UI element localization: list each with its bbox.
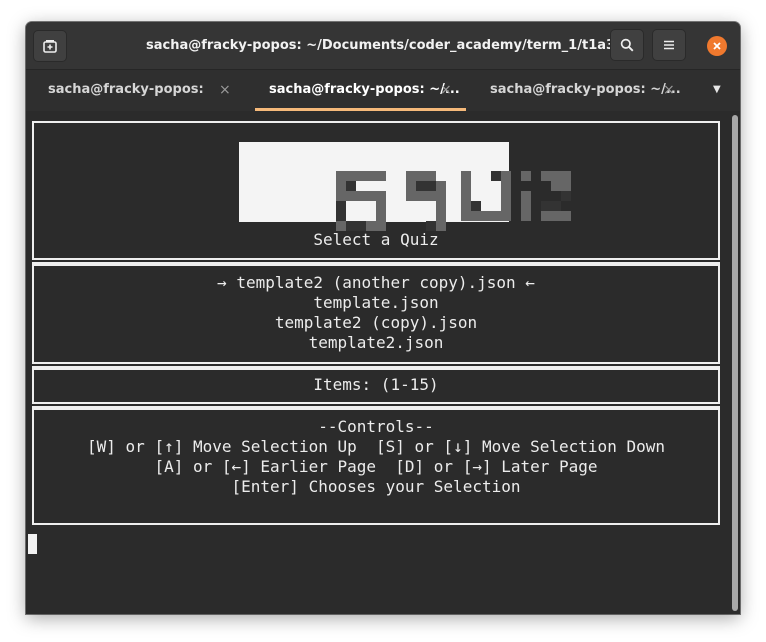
header-bar: sacha@fracky-popos: ~/Documents/coder_ac… (26, 22, 740, 69)
terminal-area[interactable]: Select a Quiz → template2 (another copy)… (26, 111, 740, 614)
controls-line: [A] or [←] Earlier Page [D] or [→] Later… (154, 457, 598, 476)
text-cursor (28, 534, 37, 554)
file-item-selected[interactable]: → template2 (another copy).json ← (34, 273, 718, 293)
close-icon (713, 42, 721, 50)
tab-overflow-icon[interactable]: ▼ (713, 70, 721, 111)
controls-heading: --Controls-- (318, 417, 434, 436)
tab-label: sacha@fracky-popos: ~/... (490, 82, 681, 97)
tab-1[interactable]: sacha@fracky-popos: ~/... × (48, 70, 232, 137)
controls-line: [W] or [↑] Move Selection Up [S] or [↓] … (87, 437, 665, 456)
tab-close-icon[interactable]: × (663, 70, 675, 110)
squiz-logo (239, 142, 572, 231)
tab-label: sacha@fracky-popos: ~/... (269, 82, 460, 97)
new-tab-button[interactable] (33, 30, 67, 62)
window-title: sacha@fracky-popos: ~/Documents/coder_ac… (146, 38, 642, 53)
scrollbar[interactable] (732, 115, 738, 611)
file-item[interactable]: template2.json (34, 333, 718, 353)
menu-button[interactable] (652, 29, 686, 61)
file-item[interactable]: template2 (copy).json (34, 313, 718, 333)
hamburger-menu-icon (664, 40, 674, 50)
tab-close-icon[interactable]: × (440, 70, 452, 110)
tab-3[interactable]: sacha@fracky-popos: ~/... × (490, 70, 686, 111)
file-item[interactable]: template.json (34, 293, 718, 313)
new-tab-icon (43, 40, 57, 53)
terminal-window: sacha@fracky-popos: ~/Documents/coder_ac… (26, 22, 740, 614)
search-button[interactable] (610, 29, 644, 61)
tab-close-icon[interactable]: × (219, 70, 231, 110)
header-box: Select a Quiz (32, 121, 720, 260)
controls-box: --Controls-- [W] or [↑] Move Selection U… (32, 408, 720, 525)
items-range: Items: (1-15) (313, 375, 439, 394)
close-button[interactable] (707, 36, 727, 56)
controls-line: [Enter] Chooses your Selection (231, 477, 521, 496)
items-range-box: Items: (1-15) (32, 368, 720, 404)
search-icon (620, 38, 634, 52)
squiz-logo-art (336, 171, 572, 231)
subtitle: Select a Quiz (313, 230, 439, 249)
tab-2[interactable]: sacha@fracky-popos: ~/... × (255, 70, 466, 111)
file-list-box: → template2 (another copy).json ← templa… (32, 264, 720, 364)
tab-bar: sacha@fracky-popos: ~/... × sacha@fracky… (26, 69, 740, 137)
